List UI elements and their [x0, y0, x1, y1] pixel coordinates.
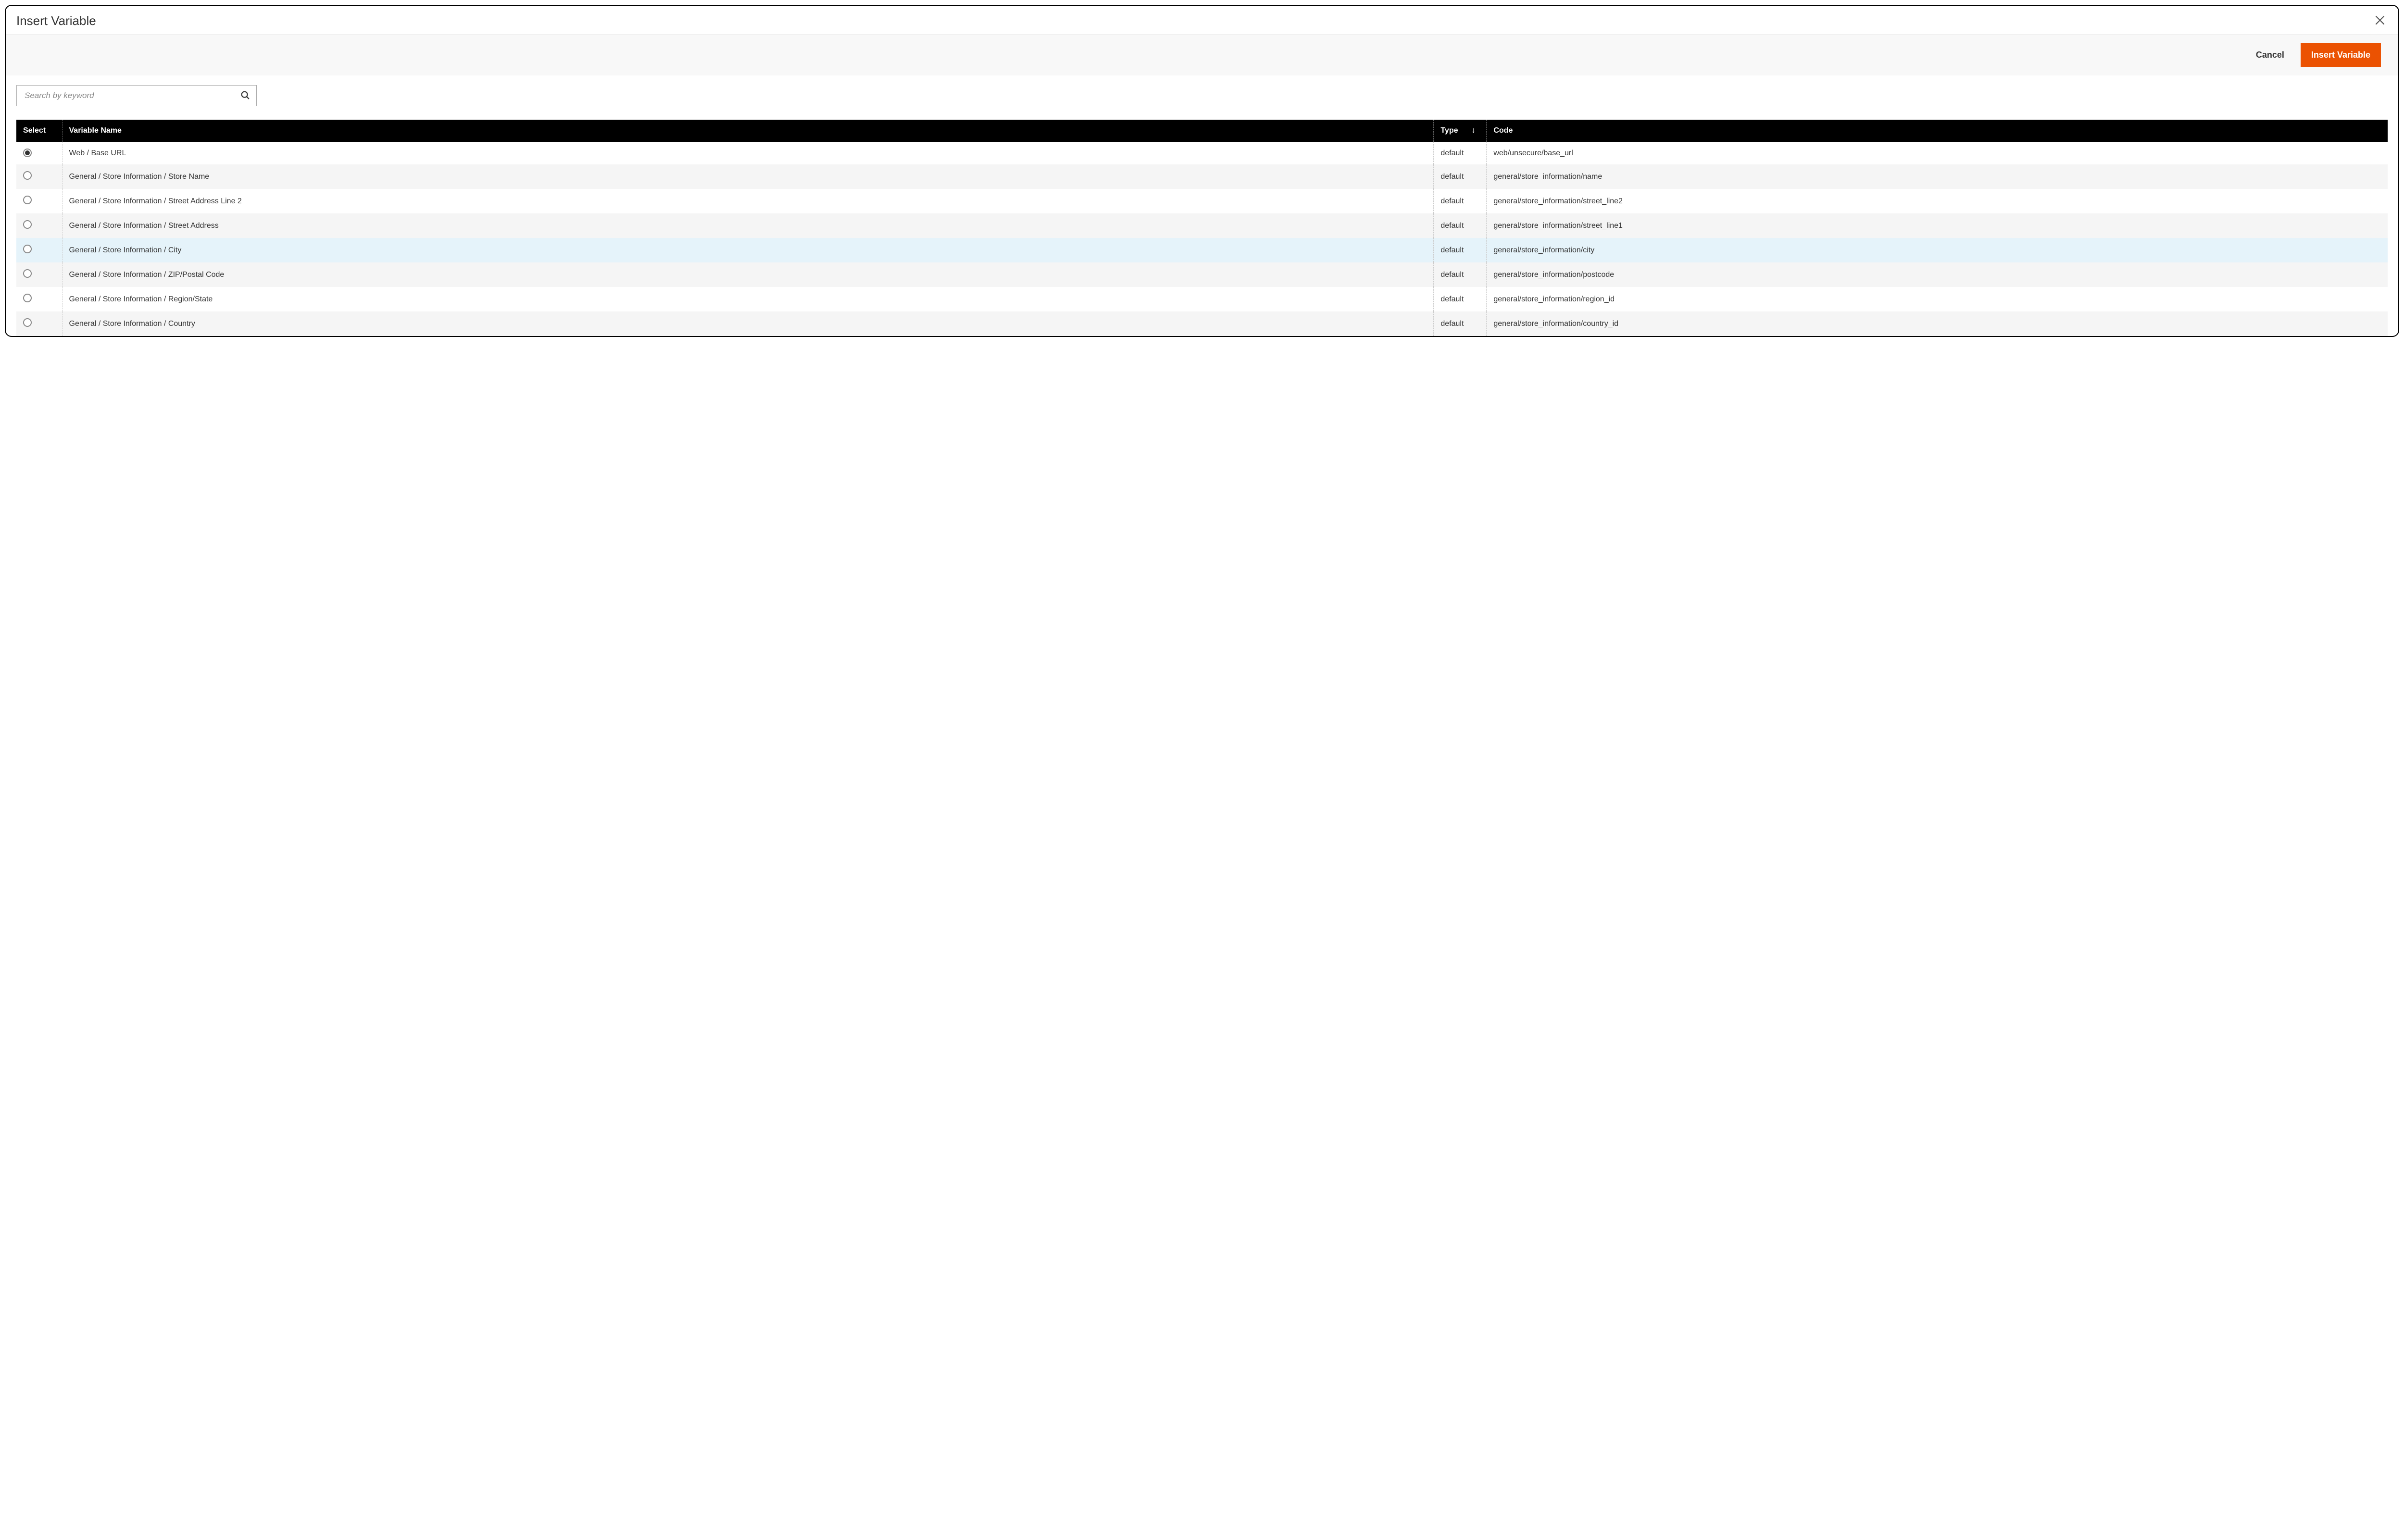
cell-variable-name: General / Store Information / Region/Sta…: [62, 287, 1434, 311]
cell-variable-name: General / Store Information / Store Name: [62, 164, 1434, 189]
cell-select: [16, 287, 62, 311]
cell-variable-name: General / Store Information / ZIP/Postal…: [62, 262, 1434, 287]
cell-select: [16, 311, 62, 336]
table-row[interactable]: General / Store Information / Region/Sta…: [16, 287, 2388, 311]
select-radio[interactable]: [23, 318, 32, 327]
cell-type: default: [1434, 189, 1487, 213]
cell-code: general/store_information/name: [1487, 164, 2388, 189]
table-row[interactable]: General / Store Information / Countrydef…: [16, 311, 2388, 336]
select-radio[interactable]: [23, 171, 32, 180]
search-button[interactable]: [238, 88, 252, 104]
table-row[interactable]: General / Store Information / ZIP/Postal…: [16, 262, 2388, 287]
cell-code: general/store_information/street_line2: [1487, 189, 2388, 213]
modal-content: Select Variable Name Type ↓ Code: [6, 75, 2398, 336]
col-header-name-label: Variable Name: [69, 126, 122, 135]
modal-title: Insert Variable: [16, 13, 96, 28]
table-row[interactable]: General / Store Information / Street Add…: [16, 189, 2388, 213]
variables-table: Select Variable Name Type ↓ Code: [16, 120, 2388, 336]
sort-descending-icon: ↓: [1472, 126, 1476, 135]
cell-code: general/store_information/city: [1487, 238, 2388, 262]
modal-header: Insert Variable: [6, 6, 2398, 34]
cell-variable-name: Web / Base URL: [62, 142, 1434, 164]
col-header-select[interactable]: Select: [16, 120, 62, 142]
cell-type: default: [1434, 238, 1487, 262]
cell-variable-name: General / Store Information / Street Add…: [62, 189, 1434, 213]
col-header-type[interactable]: Type ↓: [1434, 120, 1487, 142]
cell-type: default: [1434, 164, 1487, 189]
cancel-button[interactable]: Cancel: [2253, 50, 2287, 61]
select-radio[interactable]: [23, 269, 32, 278]
cell-type: default: [1434, 311, 1487, 336]
select-radio[interactable]: [23, 149, 32, 157]
table-row[interactable]: General / Store Information / Street Add…: [16, 213, 2388, 238]
cell-type: default: [1434, 142, 1487, 164]
col-header-code-label: Code: [1493, 126, 1513, 135]
cell-code: general/store_information/postcode: [1487, 262, 2388, 287]
table-row[interactable]: General / Store Information / Citydefaul…: [16, 238, 2388, 262]
select-radio[interactable]: [23, 294, 32, 302]
cell-variable-name: General / Store Information / Country: [62, 311, 1434, 336]
cell-select: [16, 213, 62, 238]
action-bar: Cancel Insert Variable: [6, 34, 2398, 75]
cell-select: [16, 238, 62, 262]
cell-select: [16, 262, 62, 287]
cell-variable-name: General / Store Information / Street Add…: [62, 213, 1434, 238]
col-header-name[interactable]: Variable Name: [62, 120, 1434, 142]
close-button[interactable]: [2372, 12, 2388, 29]
cell-type: default: [1434, 262, 1487, 287]
col-header-type-label: Type: [1440, 126, 1458, 135]
search-wrap: [16, 85, 257, 106]
cell-select: [16, 142, 62, 164]
select-radio[interactable]: [23, 220, 32, 229]
select-radio[interactable]: [23, 245, 32, 253]
cell-select: [16, 164, 62, 189]
cell-code: general/store_information/region_id: [1487, 287, 2388, 311]
table-row[interactable]: Web / Base URLdefaultweb/unsecure/base_u…: [16, 142, 2388, 164]
cell-code: general/store_information/country_id: [1487, 311, 2388, 336]
insert-variable-modal: Insert Variable Cancel Insert Variable: [5, 5, 2399, 337]
cell-select: [16, 189, 62, 213]
select-radio[interactable]: [23, 196, 32, 204]
table-row[interactable]: General / Store Information / Store Name…: [16, 164, 2388, 189]
cell-type: default: [1434, 287, 1487, 311]
col-header-select-label: Select: [23, 126, 46, 135]
search-icon: [240, 90, 250, 102]
table-header-row: Select Variable Name Type ↓ Code: [16, 120, 2388, 142]
col-header-code[interactable]: Code: [1487, 120, 2388, 142]
cell-code: general/store_information/street_line1: [1487, 213, 2388, 238]
cell-type: default: [1434, 213, 1487, 238]
cell-code: web/unsecure/base_url: [1487, 142, 2388, 164]
cell-variable-name: General / Store Information / City: [62, 238, 1434, 262]
close-icon: [2374, 14, 2386, 27]
search-input[interactable]: [24, 90, 238, 101]
insert-variable-button[interactable]: Insert Variable: [2301, 43, 2381, 67]
